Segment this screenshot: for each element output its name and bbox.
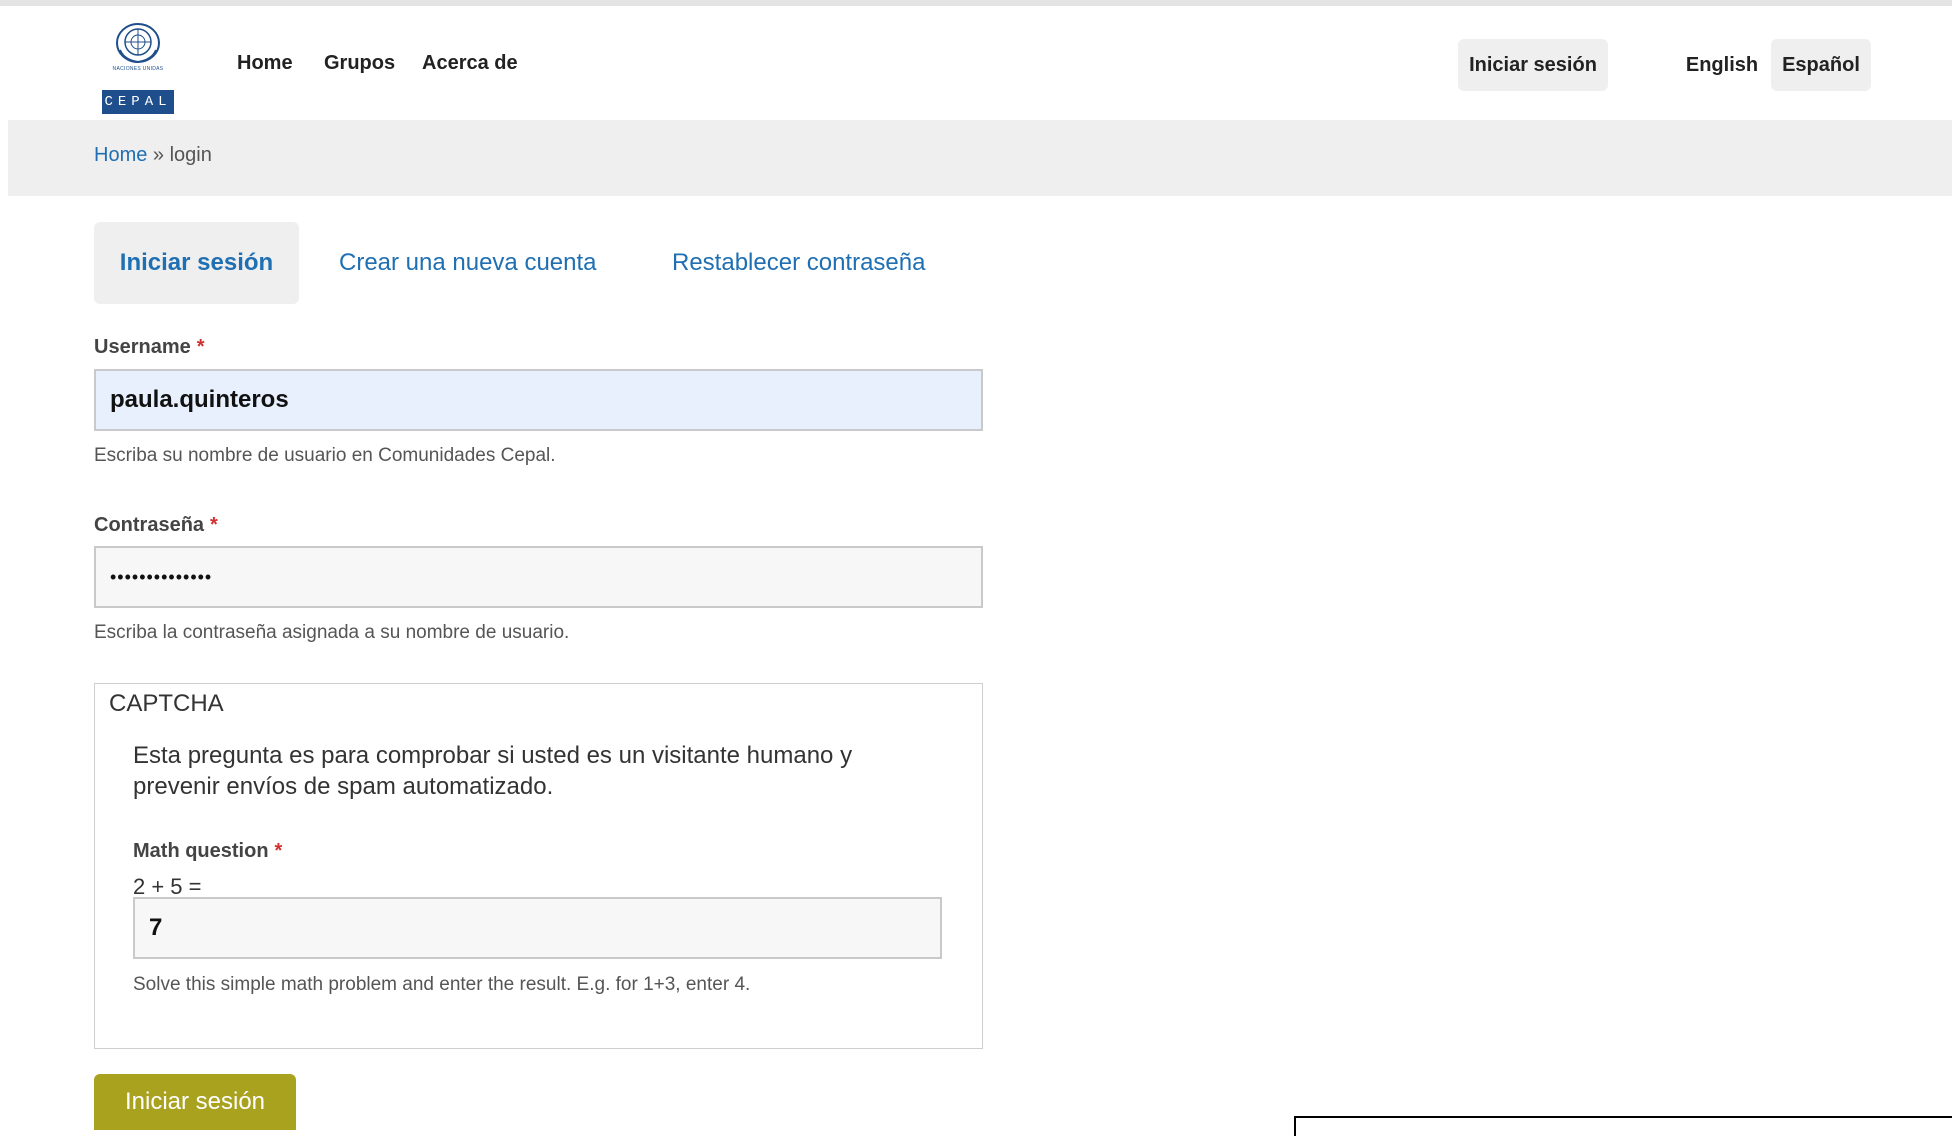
site-header: NACIONES UNIDAS CEPAL Home Grupos Acerca… <box>0 6 1952 120</box>
nav-home[interactable]: Home <box>237 52 293 75</box>
language-english[interactable]: English <box>1684 39 1760 91</box>
captcha-description: Esta pregunta es para comprobar si usted… <box>133 742 853 800</box>
header-login-button[interactable]: Iniciar sesión <box>1458 39 1608 91</box>
tab-iniciar-sesion[interactable]: Iniciar sesión <box>94 222 299 304</box>
username-input[interactable]: paula.quinteros <box>94 369 983 431</box>
overlay-frame <box>1294 1116 1952 1136</box>
captcha-fieldset: CAPTCHA Esta pregunta es para comprobar … <box>94 683 983 1049</box>
math-question-label-text: Math question <box>133 840 269 862</box>
login-submit-button[interactable]: Iniciar sesión <box>94 1074 296 1130</box>
password-label-text: Contraseña <box>94 514 205 536</box>
breadcrumb: Home » login <box>94 144 212 167</box>
password-input[interactable]: •••••••••••••• <box>94 546 983 608</box>
cepal-logo[interactable]: NACIONES UNIDAS CEPAL <box>100 18 176 114</box>
username-label-text: Username <box>94 336 191 358</box>
nav-acerca-de[interactable]: Acerca de <box>422 52 518 75</box>
breadcrumb-home-link[interactable]: Home <box>94 144 147 166</box>
required-marker: * <box>196 336 205 358</box>
math-question-label: Math question * <box>133 840 282 863</box>
password-label: Contraseña * <box>94 514 218 537</box>
required-marker: * <box>274 840 283 862</box>
required-marker: * <box>210 514 218 536</box>
math-help: Solve this simple math problem and enter… <box>133 974 751 995</box>
un-emblem-icon <box>116 23 160 64</box>
logo-top-text: NACIONES UNIDAS <box>112 66 164 72</box>
breadcrumb-separator: » <box>147 144 170 166</box>
tab-crear-cuenta[interactable]: Crear una nueva cuenta <box>339 222 597 304</box>
breadcrumb-bar: Home » login <box>8 120 1952 196</box>
username-label: Username * <box>94 336 205 359</box>
language-espanol[interactable]: Español <box>1771 39 1871 91</box>
nav-grupos[interactable]: Grupos <box>324 52 395 75</box>
captcha-legend: CAPTCHA <box>109 690 224 717</box>
breadcrumb-current: login <box>169 144 212 166</box>
logo-cepal-text: CEPAL <box>102 90 174 114</box>
math-answer-input[interactable]: 7 <box>133 897 942 959</box>
password-help: Escriba la contraseña asignada a su nomb… <box>94 622 570 643</box>
username-help: Escriba su nombre de usuario en Comunida… <box>94 445 556 466</box>
tab-restablecer-contrasena[interactable]: Restablecer contraseña <box>672 222 925 304</box>
